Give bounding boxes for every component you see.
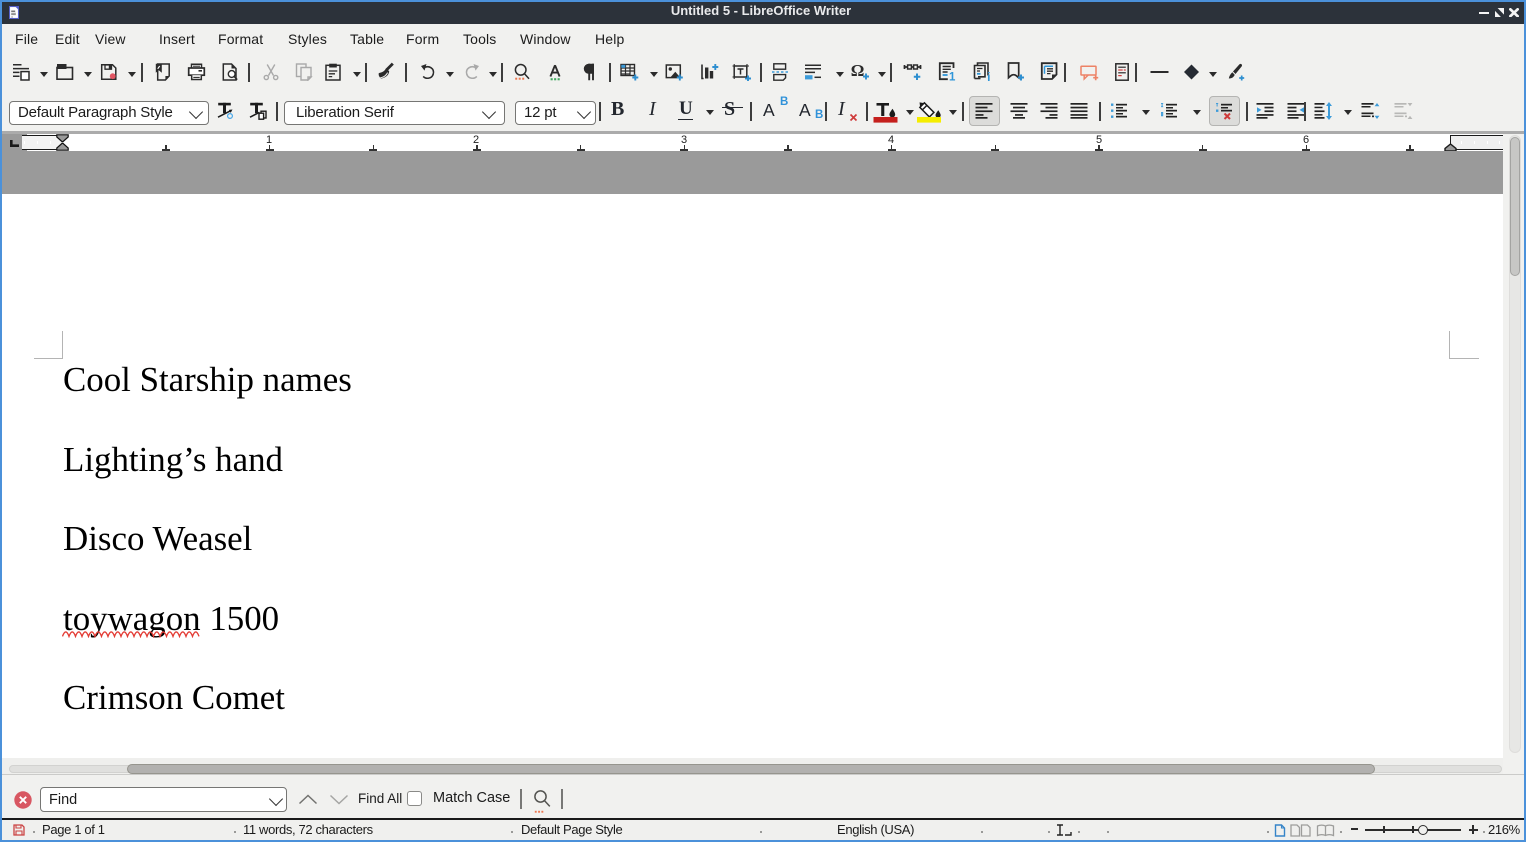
svg-text:1: 1 bbox=[949, 72, 956, 82]
svg-text:Ω: Ω bbox=[851, 62, 865, 80]
svg-text:i: i bbox=[987, 70, 990, 82]
